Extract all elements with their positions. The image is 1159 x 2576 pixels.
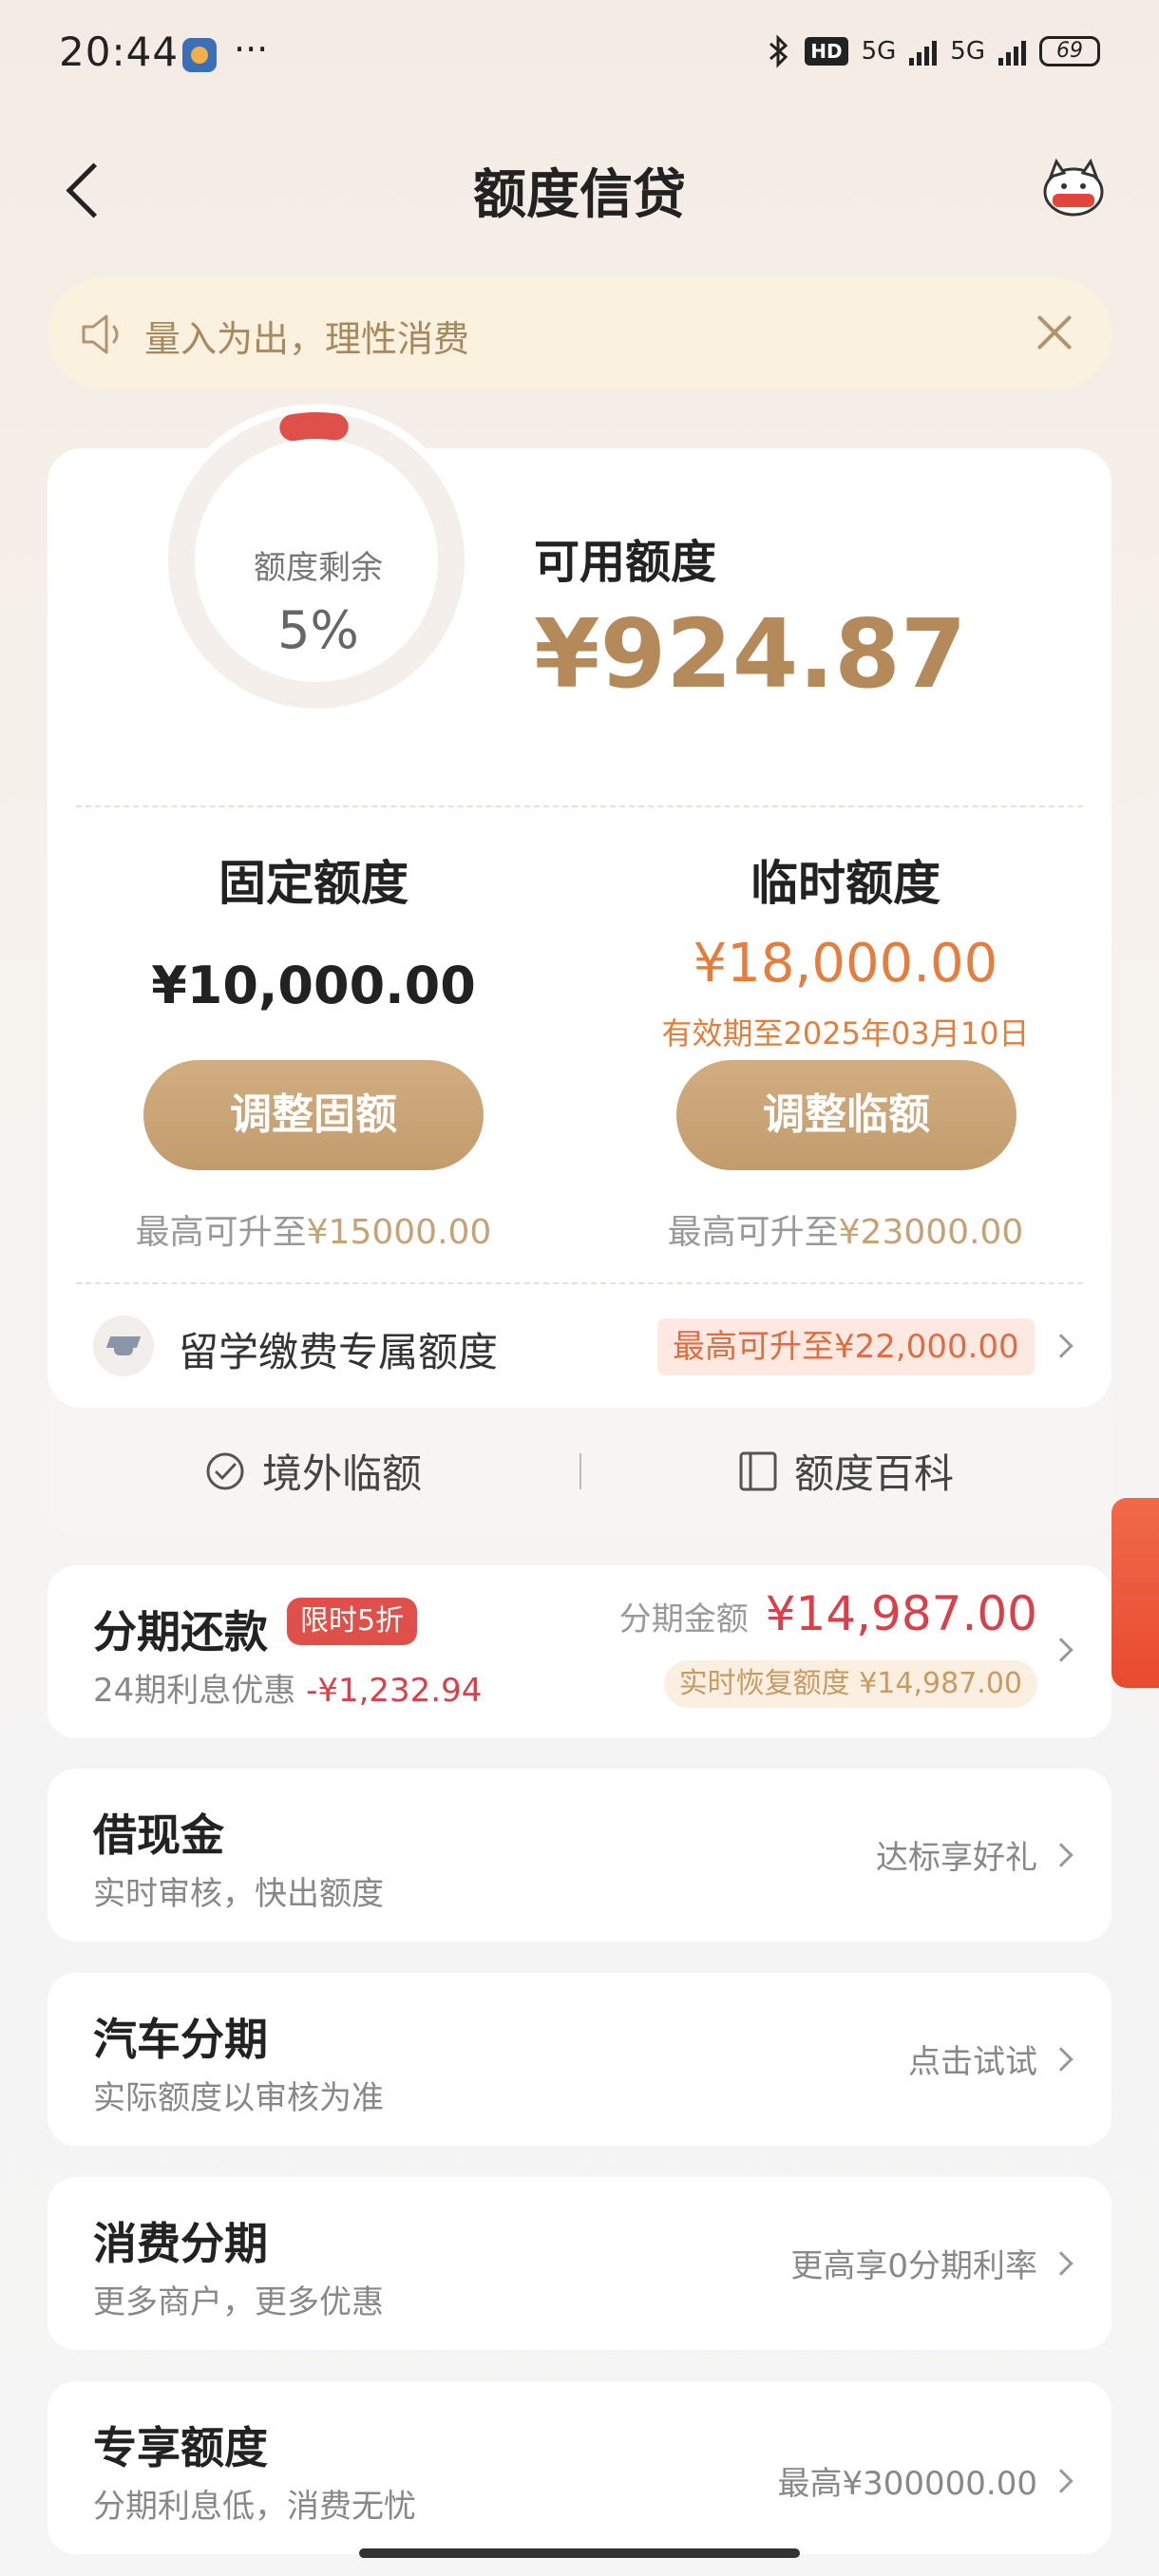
- notice-text: 量入为出，理性消费: [144, 318, 470, 360]
- card-right-text: 点击试试: [908, 2043, 1037, 2081]
- installment-amount: ¥14,987.00: [765, 1586, 1037, 1641]
- remaining-percent: 5%: [277, 600, 359, 660]
- notice-banner: 量入为出，理性消费: [48, 277, 1112, 389]
- chevron-right-icon: [1049, 1843, 1074, 1867]
- floating-promo-tab[interactable]: [1112, 1498, 1159, 1688]
- study-quota-tag: 最高可升至¥22,000.00: [657, 1318, 1035, 1375]
- status-indicators: HD 5G 5G 69: [767, 34, 1100, 68]
- overseas-quota-label: 境外临额: [262, 1450, 423, 1497]
- installment-amount-label: 分期金额: [618, 1601, 749, 1638]
- quota-wiki-label: 额度百科: [794, 1450, 955, 1497]
- temp-quota-title: 临时额度: [750, 856, 940, 911]
- network-type-2: 5G: [950, 37, 985, 66]
- borrow-cash-card[interactable]: 借现金 实时审核，快出额度 达标享好礼: [48, 1769, 1112, 1941]
- home-indicator[interactable]: [359, 2548, 800, 2558]
- fixed-quota-title: 固定额度: [218, 856, 408, 911]
- speaker-icon: [82, 314, 119, 354]
- divider: [580, 1453, 581, 1489]
- installment-card[interactable]: 分期还款 限时5折 24期利息优惠 -¥1,232.94 分期金额 ¥14,98…: [48, 1565, 1112, 1738]
- mascot-icon[interactable]: [1036, 154, 1112, 220]
- signal-icon-2: [998, 37, 1026, 66]
- chevron-right-icon: [1049, 2047, 1074, 2072]
- card-right-text: 达标享好礼: [876, 1839, 1037, 1877]
- book-icon: [739, 1451, 777, 1490]
- card-title: 消费分期: [93, 2218, 268, 2269]
- chevron-right-icon: [1049, 2251, 1074, 2276]
- available-amount: ¥924.87: [534, 598, 967, 710]
- installment-sub-prefix: 24期利息优惠: [93, 1672, 296, 1710]
- installment-discount: -¥1,232.94: [306, 1672, 483, 1710]
- consumer-installment-card[interactable]: 消费分期 更多商户，更多优惠 更高享0分期利率: [48, 2177, 1112, 2350]
- remaining-label: 额度剩余: [254, 549, 383, 587]
- chevron-right-icon: [1049, 1638, 1074, 1662]
- chevron-right-icon: [1049, 2469, 1074, 2493]
- card-subtitle: 实际额度以审核为准: [93, 2079, 384, 2117]
- available-label: 可用额度: [534, 536, 717, 589]
- car-installment-card[interactable]: 汽车分期 实际额度以审核为准 点击试试: [48, 1973, 1112, 2146]
- divider: [76, 805, 1083, 807]
- signal-icon-1: [909, 37, 938, 66]
- installment-title: 分期还款: [93, 1606, 268, 1657]
- fixed-max-prefix: 最高可升至: [135, 1213, 307, 1252]
- adjust-temp-button[interactable]: 调整临额: [676, 1060, 1016, 1170]
- fixed-quota-amount: ¥10,000.00: [151, 956, 476, 1015]
- card-subtitle: 分期利息低，消费无忧: [93, 2488, 416, 2526]
- app-notification-icon: [182, 38, 217, 72]
- more-notifications-icon: ···: [234, 28, 269, 70]
- card-right-text: 最高¥300000.00: [777, 2465, 1038, 2503]
- battery-icon: 69: [1039, 36, 1100, 66]
- status-time: 20:44: [59, 28, 180, 75]
- quota-wiki-link[interactable]: 额度百科: [737, 1442, 954, 1500]
- adjust-fixed-button[interactable]: 调整固额: [143, 1060, 484, 1170]
- recover-quota-tag: 实时恢复额度 ¥14,987.00: [663, 1660, 1037, 1708]
- graduation-cap-icon: [93, 1316, 154, 1376]
- overseas-quota-link[interactable]: 境外临额: [203, 1442, 422, 1500]
- temp-max-prefix: 最高可升至: [667, 1213, 839, 1252]
- temp-max-amount: ¥23000.00: [838, 1213, 1024, 1252]
- page-title: 额度信贷: [473, 164, 686, 226]
- exclusive-quota-card[interactable]: 专享额度 分期利息低，消费无忧 最高¥300000.00: [48, 2381, 1112, 2554]
- limited-offer-badge: 限时5折: [287, 1598, 418, 1645]
- hd-voice-icon: HD: [805, 37, 848, 66]
- globe-icon: [206, 1452, 244, 1489]
- fixed-max-amount: ¥15000.00: [306, 1213, 492, 1252]
- card-title: 借现金: [93, 1809, 224, 1861]
- temp-quota-expiry: 有效期至2025年03月10日: [661, 1015, 1030, 1051]
- fixed-max-note: 最高可升至¥15000.00: [76, 1204, 551, 1254]
- installment-amount-group: 分期金额 ¥14,987.00: [619, 1586, 1037, 1641]
- card-title: 专享额度: [93, 2422, 268, 2473]
- study-quota-label: 留学缴费专属额度: [179, 1329, 499, 1375]
- card-right-text: 更高享0分期利率: [790, 2247, 1037, 2285]
- card-subtitle: 实时审核，快出额度: [93, 1875, 384, 1913]
- card-title: 汽车分期: [93, 2014, 268, 2065]
- temp-quota-amount: ¥18,000.00: [693, 933, 998, 994]
- divider: [76, 1282, 1083, 1284]
- card-subtitle: 更多商户，更多优惠: [93, 2283, 384, 2321]
- installment-sub: 24期利息优惠 -¥1,232.94: [93, 1664, 482, 1711]
- bluetooth-icon: [770, 34, 788, 68]
- network-type-1: 5G: [861, 37, 897, 66]
- close-icon[interactable]: [1032, 310, 1077, 355]
- temp-max-note: 最高可升至¥23000.00: [608, 1204, 1083, 1254]
